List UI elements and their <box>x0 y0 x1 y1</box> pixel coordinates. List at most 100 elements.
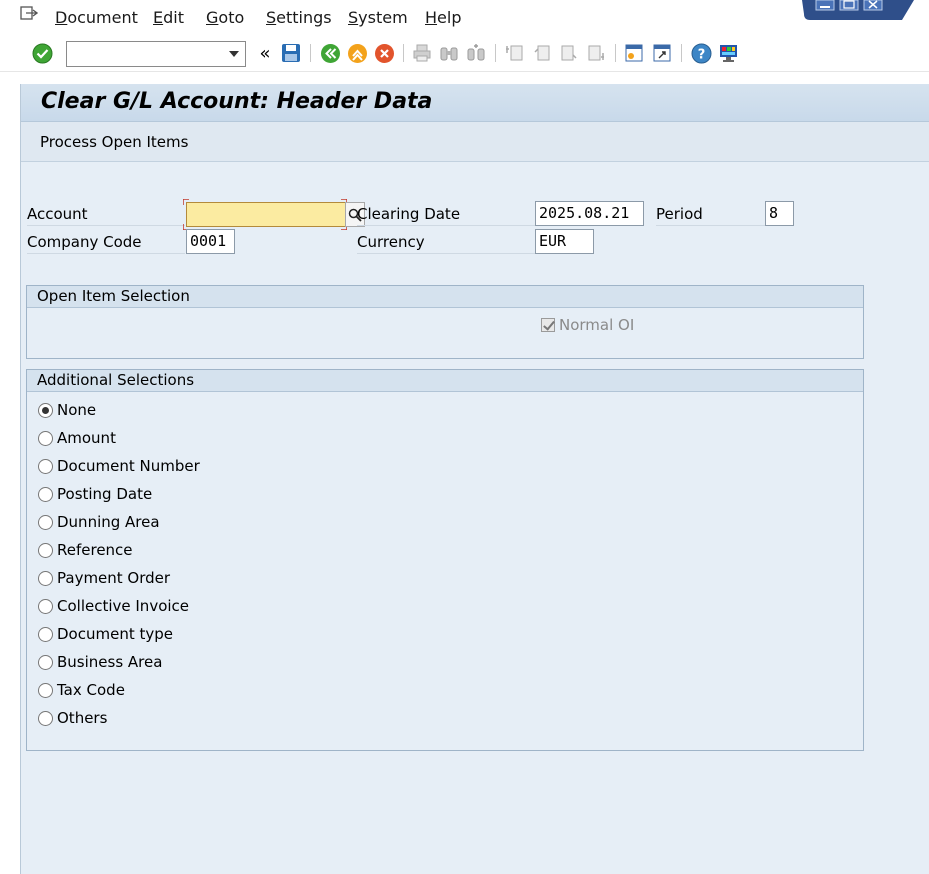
radio-others[interactable]: Others <box>38 708 107 728</box>
page-title: Clear G/L Account: Header Data <box>41 89 433 114</box>
process-open-items-button[interactable]: Process Open Items <box>40 133 188 151</box>
radio-button[interactable] <box>38 402 53 418</box>
toolbar-separator <box>403 44 404 62</box>
title-bar: Clear G/L Account: Header Data <box>21 84 929 122</box>
back-button[interactable] <box>319 42 341 64</box>
window-controls <box>802 0 914 20</box>
collapse-button[interactable]: « <box>254 42 276 64</box>
svg-text:?: ? <box>697 47 705 62</box>
company-code-input[interactable]: 0001 <box>186 229 235 254</box>
radio-button[interactable] <box>38 430 53 446</box>
additional-selections-group: Additional Selections None Amount Docume… <box>26 369 864 751</box>
left-strip <box>0 72 20 874</box>
required-marker <box>183 199 189 205</box>
radio-button[interactable] <box>38 710 53 726</box>
toolbar-separator <box>310 44 311 62</box>
menu-goto[interactable]: Goto <box>206 8 244 27</box>
save-button[interactable] <box>280 42 302 64</box>
customize-layout-button[interactable] <box>717 42 739 64</box>
toolbar-separator <box>495 44 496 62</box>
menu-help[interactable]: Help <box>425 8 461 27</box>
period-label: Period <box>656 202 766 226</box>
clearing-date-label: Clearing Date <box>357 202 535 226</box>
save-icon <box>282 44 300 62</box>
next-page-button <box>558 42 580 64</box>
binoculars-plus-icon <box>467 44 485 61</box>
group-title: Open Item Selection <box>27 286 863 308</box>
radio-button[interactable] <box>38 514 53 530</box>
group-title: Additional Selections <box>27 370 863 392</box>
monitor-icon <box>719 44 737 62</box>
radio-dunning-area[interactable]: Dunning Area <box>38 512 160 532</box>
menu-document[interactable]: Document <box>55 8 138 27</box>
last-page-button <box>585 42 607 64</box>
main-content: Clear G/L Account: Header Data Process O… <box>20 84 929 874</box>
account-label: Account <box>27 202 185 226</box>
menu-edit[interactable]: Edit <box>153 8 184 27</box>
radio-button[interactable] <box>38 458 53 474</box>
radio-document-type[interactable]: Document type <box>38 624 173 644</box>
normal-oi-checkbox-row[interactable]: Normal OI <box>541 316 634 334</box>
radio-reference[interactable]: Reference <box>38 540 133 560</box>
clearing-date-input[interactable]: 2025.08.21 <box>535 201 644 226</box>
shortcut-button[interactable] <box>651 42 673 64</box>
next-page-icon <box>561 45 577 61</box>
radio-business-area[interactable]: Business Area <box>38 652 162 672</box>
create-session-button[interactable] <box>623 42 645 64</box>
chevron-down-icon[interactable] <box>229 51 239 57</box>
company-code-label: Company Code <box>27 230 185 254</box>
toolbar-separator <box>681 44 682 62</box>
radio-payment-order[interactable]: Payment Order <box>38 568 170 588</box>
menu-settings[interactable]: Settings <box>266 8 332 27</box>
radio-amount[interactable]: Amount <box>38 428 116 448</box>
enter-button[interactable] <box>31 42 53 64</box>
radio-button[interactable] <box>38 542 53 558</box>
menu-system[interactable]: System <box>348 8 408 27</box>
radio-button[interactable] <box>38 598 53 614</box>
radio-document-number[interactable]: Document Number <box>38 456 200 476</box>
normal-oi-label: Normal OI <box>559 316 635 334</box>
find-next-button <box>465 42 487 64</box>
radio-collective-invoice[interactable]: Collective Invoice <box>38 596 189 616</box>
normal-oi-checkbox[interactable] <box>541 318 555 332</box>
menu-bar: Document Edit Goto Settings System Help <box>0 0 929 36</box>
radio-none[interactable]: None <box>38 400 96 420</box>
previous-page-button <box>531 42 553 64</box>
help-button[interactable]: ? <box>690 42 712 64</box>
maximize-icon[interactable] <box>839 0 859 11</box>
first-page-icon <box>506 45 523 61</box>
help-icon: ? <box>691 43 711 63</box>
menu-export-icon[interactable] <box>20 5 38 21</box>
shortcut-icon <box>653 44 671 62</box>
print-icon <box>413 44 431 62</box>
last-page-icon <box>588 45 604 61</box>
new-window-icon <box>625 44 643 62</box>
minimize-icon[interactable] <box>815 0 835 11</box>
close-icon[interactable] <box>863 0 883 11</box>
period-input[interactable]: 8 <box>765 201 794 226</box>
find-button <box>438 42 460 64</box>
cancel-button[interactable] <box>373 42 395 64</box>
exit-button[interactable] <box>346 42 368 64</box>
cancel-icon <box>374 43 394 63</box>
radio-button[interactable] <box>38 626 53 642</box>
print-button <box>411 42 433 64</box>
previous-page-icon <box>534 45 550 61</box>
radio-tax-code[interactable]: Tax Code <box>38 680 125 700</box>
radio-button[interactable] <box>38 682 53 698</box>
back-icon <box>320 43 340 63</box>
exit-icon <box>347 43 367 63</box>
radio-button[interactable] <box>38 570 53 586</box>
radio-button[interactable] <box>38 654 53 670</box>
currency-input[interactable]: EUR <box>535 229 594 254</box>
command-field[interactable] <box>66 41 246 67</box>
toolbar-separator <box>615 44 616 62</box>
checkmark-icon <box>32 43 52 63</box>
open-item-selection-group: Open Item Selection Normal OI <box>26 285 864 359</box>
application-toolbar: Process Open Items <box>21 122 929 162</box>
account-input[interactable] <box>186 202 346 227</box>
toolbar: « ? <box>0 36 929 72</box>
radio-button[interactable] <box>38 486 53 502</box>
currency-label: Currency <box>357 230 535 254</box>
radio-posting-date[interactable]: Posting Date <box>38 484 152 504</box>
